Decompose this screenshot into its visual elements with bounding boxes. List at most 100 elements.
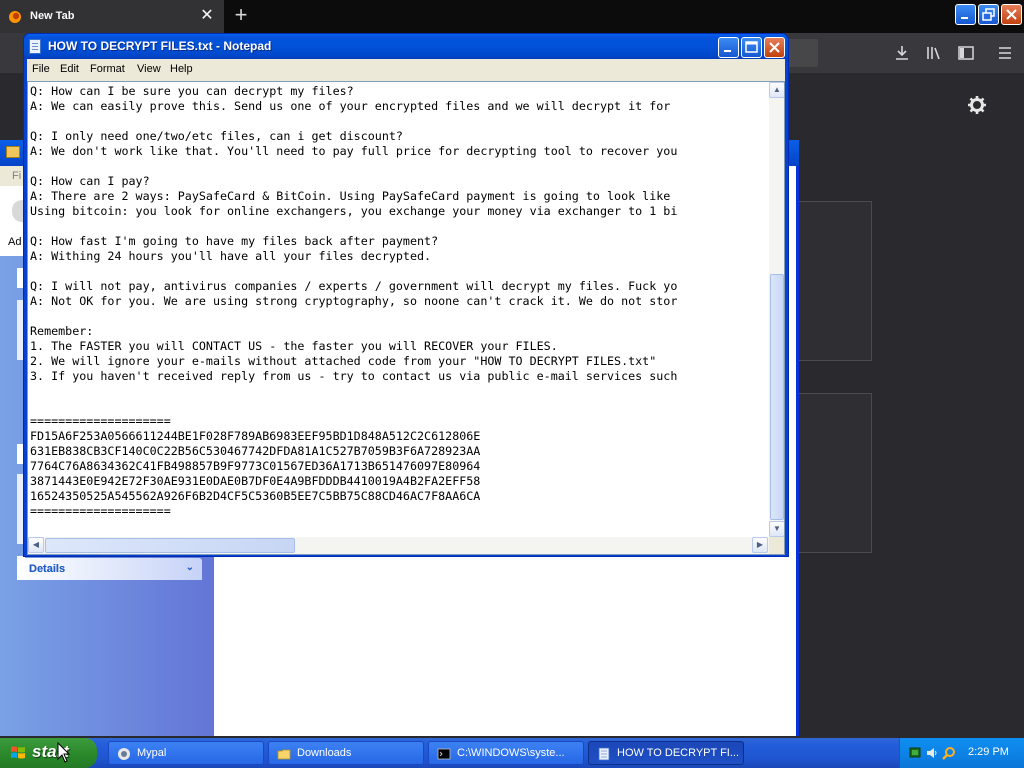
notepad-icon xyxy=(598,747,610,761)
mypal-icon xyxy=(118,748,130,760)
text-line: 3871443E0E942E72F30AE931E0DAE0B7DF0E4A9B… xyxy=(30,474,481,488)
top-site-tile[interactable] xyxy=(790,201,872,361)
notepad-window: HOW TO DECRYPT FILES.txt - Notepad File … xyxy=(23,33,789,557)
close-button[interactable] xyxy=(764,37,785,58)
network-icon[interactable] xyxy=(908,746,922,760)
scroll-left-button[interactable]: ◀ xyxy=(28,537,44,553)
library-icon[interactable] xyxy=(925,44,943,62)
text-line: A: We don't work like that. You'll need … xyxy=(30,144,678,158)
text-line: Q: How can I pay? xyxy=(30,174,150,188)
clock: 2:29 PM xyxy=(968,746,1009,758)
firefox-close-button[interactable] xyxy=(1001,4,1022,25)
firefox-tab-bar: New Tab ✕ + xyxy=(0,0,1024,33)
text-line: A: There are 2 ways: PaySafeCard & BitCo… xyxy=(30,189,671,203)
text-line: Q: How can I be sure you can decrypt my … xyxy=(30,84,354,98)
text-line: Q: I will not pay, antivirus companies /… xyxy=(30,279,678,293)
notepad-client: Q: How can I be sure you can decrypt my … xyxy=(27,79,785,555)
minimize-button[interactable] xyxy=(718,37,739,58)
close-icon xyxy=(769,42,780,53)
text-line: 631EB838CB3CF140C0C22B56C530467742DFDA81… xyxy=(30,444,481,458)
start-button[interactable]: start xyxy=(0,738,97,768)
text-line: Using bitcoin: you look for online excha… xyxy=(30,204,678,218)
vertical-scrollbar[interactable]: ▲ ▼ xyxy=(769,82,784,537)
taskbar: start Mypal Downloads C:\WINDOWS\syste..… xyxy=(0,738,1024,768)
text-line: FD15A6F253A0566611244BE1F028F789AB6983EE… xyxy=(30,429,481,443)
text-line: 7764C76A8634362C41FB498857B9F9773C01567E… xyxy=(30,459,481,473)
horizontal-scrollbar[interactable]: ◀ ▶ xyxy=(28,537,769,554)
text-line xyxy=(30,384,768,399)
volume-icon[interactable] xyxy=(925,746,939,760)
gear-icon[interactable] xyxy=(967,95,987,115)
text-line: A: We can easily prove this. Send us one… xyxy=(30,99,671,113)
text-line: A: Not OK for you. We are using strong c… xyxy=(30,294,678,308)
taskbar-button-notepad[interactable]: HOW TO DECRYPT FI... xyxy=(588,741,744,765)
downloads-icon[interactable] xyxy=(893,44,911,62)
text-line: ==================== xyxy=(30,504,171,518)
tab-title: New Tab xyxy=(30,10,75,22)
firefox-restore-button[interactable] xyxy=(978,4,999,25)
minimize-icon xyxy=(961,17,968,19)
window-title: HOW TO DECRYPT FILES.txt - Notepad xyxy=(48,39,272,53)
scroll-right-button[interactable]: ▶ xyxy=(752,537,768,553)
document-text[interactable]: Q: How can I be sure you can decrypt my … xyxy=(30,84,768,534)
details-label: Details xyxy=(29,563,66,575)
scroll-down-button[interactable]: ▼ xyxy=(769,521,784,537)
text-line: A: Withing 24 hours you'll have all your… xyxy=(30,249,432,263)
cmd-icon xyxy=(437,748,451,760)
text-line: Remember: xyxy=(30,324,94,338)
taskbar-button-downloads[interactable]: Downloads xyxy=(268,741,424,765)
taskbar-button-label: Mypal xyxy=(137,747,167,759)
sidebar-icon[interactable] xyxy=(957,44,975,62)
menu-edit[interactable]: Edit xyxy=(60,63,79,75)
close-icon xyxy=(1006,9,1017,20)
size-grip[interactable] xyxy=(769,537,784,554)
text-line xyxy=(30,399,768,414)
notepad-icon xyxy=(29,39,41,54)
taskbar-button-label: C:\WINDOWS\syste... xyxy=(457,747,565,759)
menu-view[interactable]: View xyxy=(137,63,161,75)
menu-help[interactable]: Help xyxy=(170,63,193,75)
explorer-menu-file[interactable]: Fi xyxy=(12,170,21,182)
firefox-tab-icon xyxy=(9,11,21,23)
maximize-icon xyxy=(745,41,758,53)
mouse-cursor-icon xyxy=(57,742,71,763)
text-editor[interactable]: Q: How can I be sure you can decrypt my … xyxy=(27,81,785,555)
taskbar-button-label: Downloads xyxy=(297,747,352,759)
folder-icon xyxy=(277,749,291,760)
folder-icon xyxy=(6,146,20,158)
text-line xyxy=(30,264,768,279)
text-line: 1. The FASTER you will CONTACT US - the … xyxy=(30,339,558,353)
menu-file[interactable]: File xyxy=(32,63,50,75)
text-line xyxy=(30,219,768,234)
menu-format[interactable]: Format xyxy=(90,63,125,75)
tab-new-tab[interactable]: New Tab ✕ xyxy=(0,0,224,33)
notepad-title-bar[interactable]: HOW TO DECRYPT FILES.txt - Notepad xyxy=(24,34,788,59)
horizontal-scroll-thumb[interactable] xyxy=(45,538,295,553)
address-label: Ad xyxy=(8,236,22,248)
text-line: 3. If you haven't received reply from us… xyxy=(30,369,678,383)
search-icon[interactable] xyxy=(942,746,956,760)
notepad-menu-bar: File Edit Format View Help xyxy=(27,59,785,79)
new-tab-button[interactable]: + xyxy=(230,4,252,28)
vertical-scroll-thumb[interactable] xyxy=(770,274,784,520)
text-line: 16524350525A545562A926F6B2D4CF5C5360B5EE… xyxy=(30,489,481,503)
scroll-up-button[interactable]: ▲ xyxy=(769,82,784,98)
firefox-minimize-button[interactable] xyxy=(955,4,976,25)
taskbar-button-mypal[interactable]: Mypal xyxy=(108,741,264,765)
text-line xyxy=(30,309,768,324)
text-line: Q: How fast I'm going to have my files b… xyxy=(30,234,439,248)
minimize-icon xyxy=(724,50,731,52)
tab-close-icon[interactable]: ✕ xyxy=(198,6,216,26)
top-site-tile[interactable] xyxy=(790,393,872,553)
text-line: 2. We will ignore your e-mails without a… xyxy=(30,354,657,368)
menu-icon[interactable] xyxy=(996,44,1014,62)
maximize-button[interactable] xyxy=(741,37,762,58)
details-panel-header[interactable]: Details ⌄ xyxy=(17,558,202,580)
text-line xyxy=(30,114,768,129)
restore-icon xyxy=(982,8,995,21)
taskbar-button-cmd[interactable]: C:\WINDOWS\syste... xyxy=(428,741,584,765)
text-line: Q: I only need one/two/etc files, can i … xyxy=(30,129,403,143)
chevron-down-icon[interactable]: ⌄ xyxy=(186,562,194,573)
windows-logo-icon xyxy=(11,746,25,759)
text-line xyxy=(30,159,768,174)
